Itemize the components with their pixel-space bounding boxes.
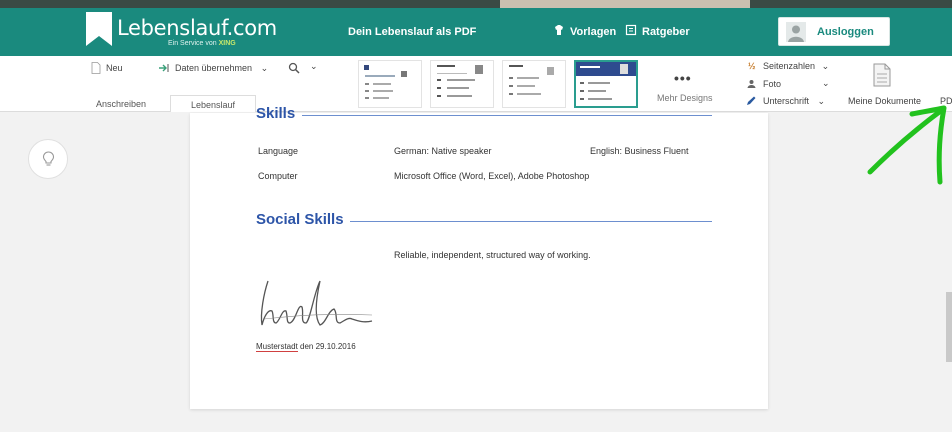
- zoom-icon[interactable]: [288, 62, 300, 74]
- design-thumbnail-selected[interactable]: [574, 60, 638, 108]
- top-strip: [0, 0, 952, 8]
- import-data-button[interactable]: Daten übernehmen ⌄: [175, 63, 268, 74]
- brand-subtitle-prefix: Ein Service von: [168, 40, 217, 47]
- design-thumbnail[interactable]: [430, 60, 494, 108]
- pdf-nav-link[interactable]: Dein Lebenslauf als PDF: [348, 26, 476, 38]
- new-button[interactable]: Neu: [106, 63, 123, 73]
- top-bar: Lebenslauf.com Ein Service von XING Dein…: [0, 0, 952, 56]
- lightbulb-icon: [42, 151, 55, 166]
- photo-chevron-down-icon[interactable]: ⌄: [822, 78, 830, 89]
- more-designs-button[interactable]: Mehr Designs: [657, 93, 713, 103]
- brand-subtitle-brand: XING: [218, 40, 236, 47]
- social-skills-heading: Social Skills: [256, 211, 344, 228]
- chevron-down-icon: ⌄: [821, 61, 830, 71]
- tab-cover-letter[interactable]: Anschreiben: [78, 95, 164, 112]
- templates-nav-link[interactable]: Vorlagen: [570, 26, 616, 38]
- skills-divider: [302, 115, 712, 116]
- signature-label: Unterschrift: [763, 96, 810, 106]
- photo-option[interactable]: Foto: [763, 79, 781, 89]
- signature-image: [260, 280, 373, 326]
- design-thumbnail[interactable]: [502, 60, 566, 108]
- signature-place-date: Musterstadt den 29.10.2016: [256, 342, 356, 352]
- document-icon: [91, 62, 101, 74]
- guide-nav-link[interactable]: Ratgeber: [642, 26, 690, 38]
- language-value-english: English: Business Fluent: [590, 146, 689, 156]
- import-data-label: Daten übernehmen: [175, 63, 253, 73]
- language-label: Language: [258, 146, 299, 156]
- more-designs-dots-icon[interactable]: •••: [674, 70, 692, 86]
- documents-icon[interactable]: [873, 63, 891, 87]
- pen-icon: [747, 96, 756, 105]
- avatar-icon: [786, 22, 806, 42]
- shirt-icon: [555, 25, 563, 35]
- page-numbers-icon: ½: [748, 61, 756, 71]
- social-skills-value: Reliable, independent, structured way of…: [394, 250, 591, 260]
- zoom-chevron-down-icon[interactable]: ⌄: [310, 61, 318, 72]
- book-icon: [625, 24, 637, 36]
- signature-option[interactable]: Unterschrift ⌄: [763, 96, 825, 107]
- computer-value: Microsoft Office (Word, Excel), Adobe Ph…: [394, 171, 590, 181]
- design-preview-icon: [437, 65, 483, 97]
- chevron-down-icon: ⌄: [817, 96, 826, 106]
- logout-button[interactable]: Ausloggen: [778, 17, 890, 46]
- design-thumbnail[interactable]: [358, 60, 422, 108]
- photo-icon: [747, 80, 756, 88]
- brand-subtitle: Ein Service von XING: [168, 40, 236, 47]
- page-numbers-label: Seitenzahlen: [763, 61, 816, 71]
- logout-label: Ausloggen: [817, 26, 874, 38]
- design-preview-icon: [509, 65, 554, 95]
- signature-date: den 29.10.2016: [300, 342, 356, 351]
- social-skills-divider: [350, 221, 712, 222]
- signature-place: Musterstadt: [256, 342, 298, 352]
- tab-resume[interactable]: Lebenslauf: [170, 95, 256, 112]
- design-preview-icon: [576, 62, 636, 100]
- annotation-arrow-icon: [867, 105, 947, 185]
- computer-label: Computer: [258, 171, 298, 181]
- scrollbar[interactable]: [946, 292, 952, 362]
- page-numbers-option[interactable]: Seitenzahlen ⌄: [763, 61, 829, 72]
- resume-page: Skills Language German: Native speaker E…: [190, 105, 768, 409]
- design-preview-icon: [364, 65, 407, 99]
- chevron-down-icon: ⌄: [260, 63, 269, 73]
- skills-heading: Skills: [256, 105, 296, 119]
- language-value-german: German: Native speaker: [394, 146, 492, 156]
- import-icon: [159, 64, 169, 72]
- brand-title[interactable]: Lebenslauf.com: [117, 16, 277, 40]
- logo-flag-icon[interactable]: [86, 12, 112, 46]
- hint-button[interactable]: [28, 139, 68, 179]
